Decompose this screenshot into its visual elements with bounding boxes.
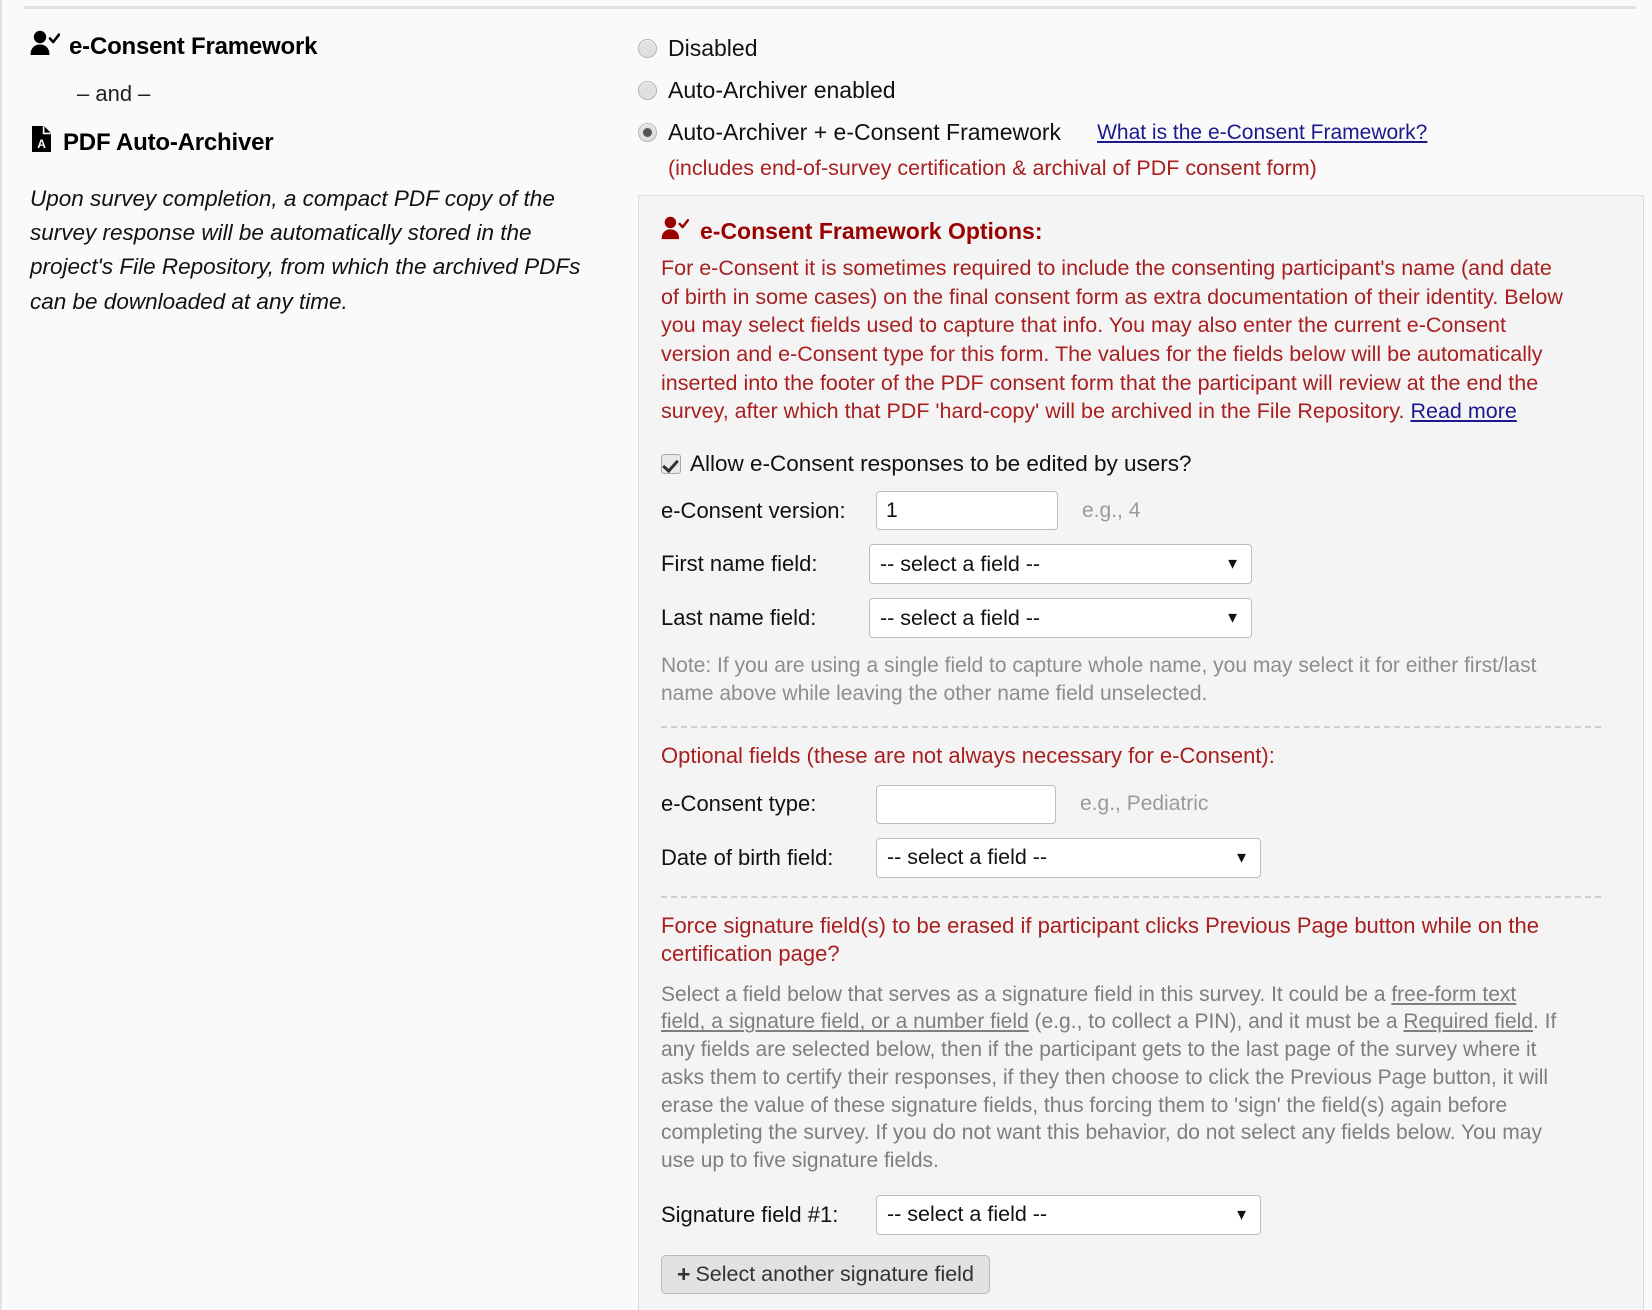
panel-title-text: e-Consent Framework Options:	[700, 217, 1043, 244]
econsent-type-input[interactable]	[876, 784, 1056, 824]
radio-disabled-input[interactable]	[638, 39, 657, 58]
econsent-framework-options-panel: e-Consent Framework Options: For e-Conse…	[638, 195, 1644, 1310]
left-description-column: e-Consent Framework – and – A PDF Auto-A…	[30, 30, 620, 319]
divider-optional-fields	[661, 725, 1601, 728]
signature-desc-part-2: (e.g., to collect a PIN), and it must be…	[1028, 1010, 1404, 1034]
signature-desc-part-3: . If any fields are selected below, then…	[661, 1010, 1557, 1173]
first-name-field-row: First name field: -- select a field -- ▼	[661, 544, 1621, 585]
first-name-field-label: First name field:	[661, 551, 818, 577]
radio-option-auto-archiver-econsent[interactable]: Auto-Archiver + e-Consent Framework What…	[638, 114, 1648, 151]
select-another-signature-field-button[interactable]: + Select another signature field	[661, 1254, 990, 1294]
what-is-econsent-framework-link[interactable]: What is the e-Consent Framework?	[1097, 121, 1427, 145]
radio-auto-archiver-input[interactable]	[638, 81, 657, 100]
last-name-field-row: Last name field: -- select a field -- ▼	[661, 598, 1621, 639]
plus-icon: +	[677, 1260, 691, 1287]
settings-options-column: Disabled Auto-Archiver enabled Auto-Arch…	[638, 30, 1648, 1310]
econsent-settings-page: e-Consent Framework – and – A PDF Auto-A…	[0, 0, 1652, 1310]
signature-field-1-select[interactable]: -- select a field -- ▼	[876, 1194, 1261, 1235]
econsent-version-row: e-Consent version: e.g., 4	[661, 491, 1621, 531]
econsent-version-input[interactable]	[876, 491, 1058, 531]
last-name-field-label: Last name field:	[661, 605, 817, 631]
chevron-down-icon: ▼	[1234, 1206, 1249, 1224]
date-of-birth-field-value: -- select a field --	[887, 845, 1048, 870]
top-divider	[24, 6, 1636, 9]
select-another-signature-field-label: Select another signature field	[695, 1261, 974, 1286]
econsent-sub-note: (includes end-of-survey certification & …	[668, 156, 1317, 180]
whole-name-note: Note: If you are using a single field to…	[661, 654, 1537, 706]
and-separator-text: – and –	[77, 81, 151, 106]
pdf-archiver-description: Upon survey completion, a compact PDF co…	[30, 186, 581, 314]
radio-auto-archiver-label: Auto-Archiver enabled	[668, 77, 896, 103]
signature-field-1-row: Signature field #1: -- select a field --…	[661, 1194, 1621, 1235]
signature-field-1-label: Signature field #1:	[661, 1201, 839, 1227]
date-of-birth-field-label: Date of birth field:	[661, 844, 834, 870]
econsent-version-hint: e.g., 4	[1082, 498, 1141, 522]
divider-signature-section	[661, 895, 1601, 898]
pdf-file-icon: A	[30, 125, 54, 160]
required-field-link[interactable]: Required field	[1403, 1010, 1533, 1033]
signature-field-1-value: -- select a field --	[887, 1202, 1048, 1227]
allow-edit-label: Allow e-Consent responses to be edited b…	[690, 451, 1192, 477]
signature-field-description: Select a field below that serves as a si…	[661, 981, 1566, 1175]
date-of-birth-field-select[interactable]: -- select a field -- ▼	[876, 837, 1261, 878]
last-name-field-value: -- select a field --	[880, 605, 1041, 630]
econsent-type-hint: e.g., Pediatric	[1080, 792, 1209, 816]
econsent-framework-title: e-Consent Framework	[69, 32, 318, 60]
allow-edit-checkbox-row[interactable]: Allow e-Consent responses to be edited b…	[661, 451, 1621, 477]
pdf-auto-archiver-title: PDF Auto-Archiver	[63, 128, 274, 156]
panel-heading: e-Consent Framework Options:	[661, 216, 1621, 246]
svg-text:A: A	[37, 137, 46, 151]
econsent-version-label: e-Consent version:	[661, 497, 846, 523]
force-signature-heading: Force signature field(s) to be erased if…	[661, 912, 1540, 967]
chevron-down-icon: ▼	[1225, 555, 1240, 573]
panel-intro-paragraph: For e-Consent it is sometimes required t…	[661, 254, 1566, 426]
last-name-field-select[interactable]: -- select a field -- ▼	[869, 598, 1252, 639]
user-check-icon	[30, 30, 61, 63]
user-check-icon	[661, 216, 690, 246]
signature-desc-part-1: Select a field below that serves as a si…	[661, 982, 1392, 1006]
econsent-framework-heading: e-Consent Framework	[30, 30, 620, 63]
allow-edit-checkbox[interactable]	[661, 454, 681, 475]
radio-option-disabled[interactable]: Disabled	[638, 30, 1648, 67]
date-of-birth-field-row: Date of birth field: -- select a field -…	[661, 837, 1621, 878]
pdf-auto-archiver-heading: A PDF Auto-Archiver	[30, 125, 620, 160]
chevron-down-icon: ▼	[1225, 609, 1240, 627]
radio-auto-archiver-econsent-label: Auto-Archiver + e-Consent Framework	[668, 119, 1062, 145]
radio-disabled-label: Disabled	[668, 35, 758, 61]
first-name-field-value: -- select a field --	[880, 551, 1041, 576]
optional-fields-heading: Optional fields (these are not always ne…	[661, 742, 1275, 768]
radio-option-auto-archiver[interactable]: Auto-Archiver enabled	[638, 72, 1648, 109]
read-more-link[interactable]: Read more	[1410, 399, 1516, 423]
econsent-type-row: e-Consent type: e.g., Pediatric	[661, 784, 1621, 824]
econsent-type-label: e-Consent type:	[661, 791, 817, 817]
radio-auto-archiver-econsent-input[interactable]	[638, 123, 657, 142]
first-name-field-select[interactable]: -- select a field -- ▼	[869, 544, 1252, 585]
chevron-down-icon: ▼	[1234, 849, 1249, 867]
